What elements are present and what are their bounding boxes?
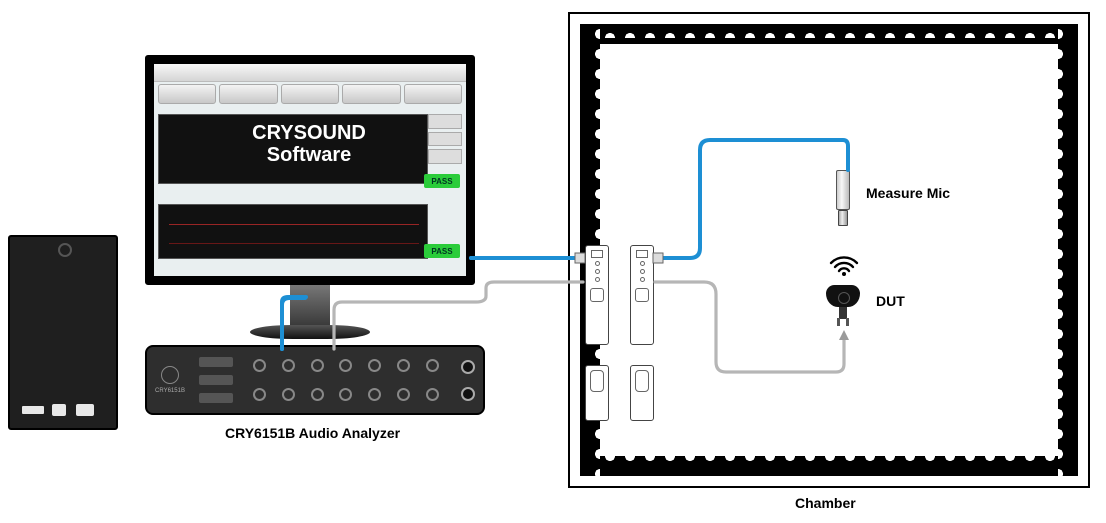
conn-dot-icon [595,269,600,274]
software-title: CRYSOUND Software [184,122,434,166]
monitor-base [250,325,370,339]
analyzer-ports [239,347,453,413]
pass-badge: PASS [424,244,460,258]
device-under-test [826,285,860,321]
mic-capsule [838,210,848,226]
bnc-port [397,388,410,401]
acoustic-foam [580,24,1078,44]
window-titlebar [154,64,466,82]
pc-tower [8,235,118,430]
feedthrough-panel-outer-bottom [585,365,609,421]
measurement-microphone [836,170,850,230]
bnc-port [311,359,324,372]
front-port [52,404,66,416]
feedthrough-panel-inner-bottom [630,365,654,421]
conn-dot-icon [640,269,645,274]
title-line1: CRYSOUND [252,122,366,144]
power-button-icon [58,243,72,257]
bnc-port [253,388,266,401]
pass-badge: PASS [424,174,460,188]
bnc-port [339,359,352,372]
dsub15-icon [635,370,649,392]
bnc-port [368,388,381,401]
front-port [22,406,44,414]
audio-analyzer: CRY6151B [145,345,485,415]
bnc-port [253,359,266,372]
conn-dot-icon [640,261,645,266]
bnc-port [311,388,324,401]
speaker-icon [826,285,860,307]
power-plug-icon [839,307,847,319]
feedthrough-panel-inner-top [630,245,654,345]
toolbar-buttons [158,84,462,104]
bnc-port [426,388,439,401]
rj45-icon [591,250,603,258]
acoustic-foam [580,456,1078,476]
side-tabs [428,114,462,164]
front-port [76,404,94,416]
headphone-jacks [453,347,483,413]
bnc-port [282,359,295,372]
analyzer-status-leds [193,347,239,413]
monitor: CRYSOUND Software PASS PASS [145,55,475,285]
mic-label: Measure Mic [866,185,950,201]
title-line2: Software [267,144,351,166]
analyzer-brand-plate: CRY6151B [147,347,193,413]
rj45-icon [636,250,648,258]
mic-body [836,170,850,210]
bnc-port [426,359,439,372]
feedthrough-panel-outer-top [585,245,609,345]
monitor-stand [290,285,330,330]
dsub-icon [635,288,649,302]
conn-dot-icon [640,277,645,282]
wireless-icon [828,250,860,276]
dsub-icon [590,288,604,302]
chamber-label: Chamber [795,495,856,511]
plug-pins [837,318,840,326]
acoustic-foam [1058,24,1078,476]
brand-logo-icon [161,366,179,384]
software-screenshot: CRYSOUND Software PASS PASS [154,64,466,276]
bnc-port [397,359,410,372]
jack-icon [461,387,475,401]
analyzer-model: CRY6151B [155,388,185,394]
jack-icon [461,360,475,374]
noise-plot [158,204,428,259]
bnc-port [282,388,295,401]
dut-label: DUT [876,293,905,309]
bnc-port [339,388,352,401]
dsub15-icon [590,370,604,392]
conn-dot-icon [595,277,600,282]
conn-dot-icon [595,261,600,266]
analyzer-label: CRY6151B Audio Analyzer [225,425,400,441]
bnc-port [368,359,381,372]
